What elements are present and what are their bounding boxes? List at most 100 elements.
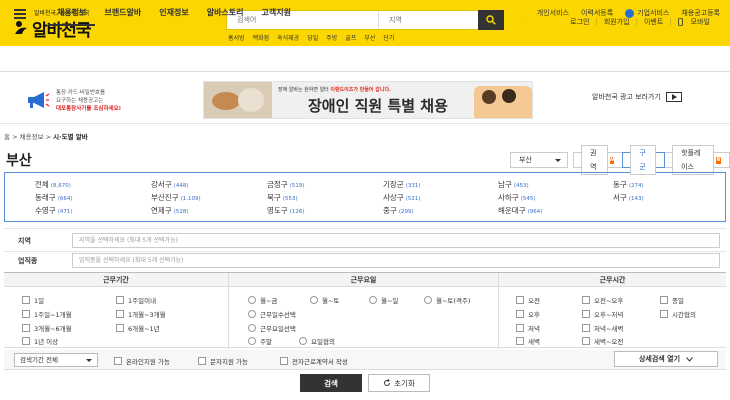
- time-option[interactable]: 오전~오후: [582, 295, 623, 305]
- days-option[interactable]: 요일협의: [299, 336, 335, 346]
- tab-district-label: 구군: [630, 145, 657, 175]
- period-option[interactable]: 1일: [22, 295, 44, 305]
- days-option[interactable]: 주말: [248, 336, 272, 346]
- online-apply-checkbox[interactable]: 온라인지원 가능: [114, 356, 170, 366]
- time-option[interactable]: 저녁~새벽: [582, 323, 623, 333]
- search-button[interactable]: [478, 10, 504, 30]
- period-option[interactable]: 1주일~1개월: [22, 309, 72, 319]
- search-submit-button[interactable]: 검색: [300, 374, 362, 392]
- days-option[interactable]: 월~토(격주): [424, 295, 470, 305]
- district-item[interactable]: 연제구 (528): [151, 205, 189, 216]
- district-item[interactable]: 영도구 (126): [267, 205, 305, 216]
- tab-hotplace[interactable]: 핫플레이스 N: [664, 145, 730, 175]
- job-post-register-link[interactable]: 채용공고등록: [675, 8, 726, 18]
- period-option[interactable]: 1주일이내: [116, 295, 156, 305]
- period-option[interactable]: 3개월~6개월: [22, 323, 72, 333]
- quick-tag[interactable]: 백화점: [253, 33, 270, 42]
- job-field[interactable]: 업직종을 선택하세요 (최대 5개 선택가능): [72, 253, 720, 268]
- time-option[interactable]: 새벽~오전: [582, 336, 623, 346]
- district-item[interactable]: 사상구 (521): [383, 192, 421, 203]
- quick-tag[interactable]: 숙식제공: [277, 33, 299, 42]
- district-item[interactable]: 해운대구 (964): [498, 205, 542, 216]
- scam-warning-ad[interactable]: 통장·카드·비밀번호를 요구하는 채용공고는 대포통장사기를 조심하세요!: [26, 88, 146, 112]
- tab-hotplace-label: 핫플레이스: [672, 145, 714, 175]
- time-option[interactable]: 종일: [660, 295, 684, 305]
- quick-tag[interactable]: 단기: [383, 33, 394, 42]
- nav-item-brand[interactable]: 브랜드알바: [95, 0, 150, 26]
- district-item[interactable]: 사하구 (545): [498, 192, 536, 203]
- search-period-value: 검색기간 전체: [20, 356, 58, 364]
- ad-banner[interactable]: 장애 알바는 원하면 일터 이랜드이츠가 만들어 갑니다. 장애인 직원 특별 …: [203, 81, 533, 119]
- company-service-label: 기업서비스: [637, 9, 670, 17]
- district-item[interactable]: 부산진구 (1,109): [151, 192, 201, 203]
- quick-tag[interactable]: 주방: [326, 33, 337, 42]
- chevron-down-icon: [86, 359, 92, 362]
- search-period-select[interactable]: 검색기간 전체: [14, 353, 98, 367]
- detail-search-button[interactable]: 상세검색 열기: [614, 351, 718, 367]
- region-field[interactable]: 지역을 선택하세요 (최대 5개 선택가능): [72, 233, 720, 248]
- days-option[interactable]: 근무일수선택: [248, 309, 296, 319]
- period-option[interactable]: 6개월~1년: [116, 323, 160, 333]
- breadcrumb-home[interactable]: 홈: [4, 133, 10, 141]
- sms-apply-checkbox[interactable]: 문자지원 가능: [198, 356, 248, 366]
- district-item[interactable]: 동래구 (664): [35, 192, 73, 203]
- days-option[interactable]: 근무요일선택: [248, 323, 296, 333]
- nav-menu: 채용정보 브랜드알바 인재정보 알바스토리 고객지원: [48, 0, 300, 26]
- tab-district[interactable]: 구군: [622, 145, 666, 175]
- resume-register-link[interactable]: 이력서등록: [575, 8, 619, 18]
- search-icon: [486, 15, 496, 25]
- district-item[interactable]: 남구 (453): [498, 179, 529, 190]
- quick-tag[interactable]: 당일: [307, 33, 318, 42]
- region-select[interactable]: 부산: [510, 152, 568, 168]
- e-contract-checkbox[interactable]: 전자근로계약서 작성: [280, 356, 348, 366]
- district-item[interactable]: 수영구 (471): [35, 205, 73, 216]
- nav-item-support[interactable]: 고객지원: [253, 0, 300, 26]
- person-icon: [524, 8, 534, 18]
- days-option[interactable]: 월~금: [248, 295, 277, 305]
- breadcrumb-current: 시·도별 알바: [53, 133, 88, 141]
- ad-watch-label: 알바천국 광고 보러가기: [592, 93, 661, 101]
- new-badge: N: [609, 156, 615, 164]
- time-option[interactable]: 새벽: [516, 336, 540, 346]
- time-option[interactable]: 오전: [516, 295, 540, 305]
- time-option[interactable]: 오후: [516, 309, 540, 319]
- warning-line: 요구하는 채용공고는: [56, 98, 104, 104]
- quick-tag[interactable]: 골프: [345, 33, 356, 42]
- district-item[interactable]: 북구 (553): [267, 192, 298, 203]
- reset-button[interactable]: 초기화: [368, 374, 430, 392]
- tab-area-label: 권역: [581, 145, 608, 175]
- job-row: 업직종 업직종을 선택하세요 (최대 5개 선택가능): [4, 249, 726, 273]
- breadcrumb-jobs[interactable]: 채용정보: [20, 133, 44, 141]
- days-option[interactable]: 월~토: [310, 295, 339, 305]
- detail-search-label: 상세검색 열기: [638, 355, 681, 363]
- ad-watch-link[interactable]: 알바천국 광고 보러가기: [592, 92, 682, 102]
- district-item[interactable]: 중구 (299): [383, 205, 414, 216]
- company-service-link[interactable]: 기업서비스: [619, 8, 675, 18]
- quick-tags: 홈서빙 백화점 숙식제공 당일 주방 골프 부산 단기: [228, 33, 394, 42]
- district-item[interactable]: 기장군 (331): [383, 179, 421, 190]
- time-option[interactable]: 시간협의: [660, 309, 696, 319]
- district-item[interactable]: 동구 (274): [613, 179, 644, 190]
- period-option[interactable]: 1년 이상: [22, 336, 58, 346]
- personal-service-label: 개인서비스: [536, 9, 569, 17]
- menu-icon[interactable]: [14, 9, 26, 19]
- district-item[interactable]: 서구 (143): [613, 192, 644, 203]
- nav-item-story[interactable]: 알바스토리: [198, 0, 253, 26]
- quick-tag[interactable]: 부산: [364, 33, 375, 42]
- district-item[interactable]: 전체 (8,670): [35, 179, 71, 190]
- location-input[interactable]: [379, 11, 479, 29]
- tab-area[interactable]: 권역 N: [573, 145, 624, 175]
- breadcrumb: 홈 > 채용정보 > 시·도별 알바: [4, 131, 88, 141]
- district-item[interactable]: 금정구 (519): [267, 179, 305, 190]
- district-item[interactable]: 강서구 (448): [151, 179, 189, 190]
- nav-item-talent[interactable]: 인재정보: [150, 0, 197, 26]
- period-option[interactable]: 1개월~3개월: [116, 309, 166, 319]
- time-option[interactable]: 오후~저녁: [582, 309, 623, 319]
- personal-service-link[interactable]: 개인서비스: [519, 8, 575, 18]
- days-option[interactable]: 월~일: [369, 295, 398, 305]
- warning-line: 대포통장사기를 조심하세요!: [56, 106, 122, 112]
- nav-item-jobs[interactable]: 채용정보: [48, 0, 96, 26]
- time-option[interactable]: 저녁: [516, 323, 540, 333]
- quick-tag[interactable]: 홈서빙: [228, 33, 245, 42]
- page-title: 부산: [6, 153, 32, 169]
